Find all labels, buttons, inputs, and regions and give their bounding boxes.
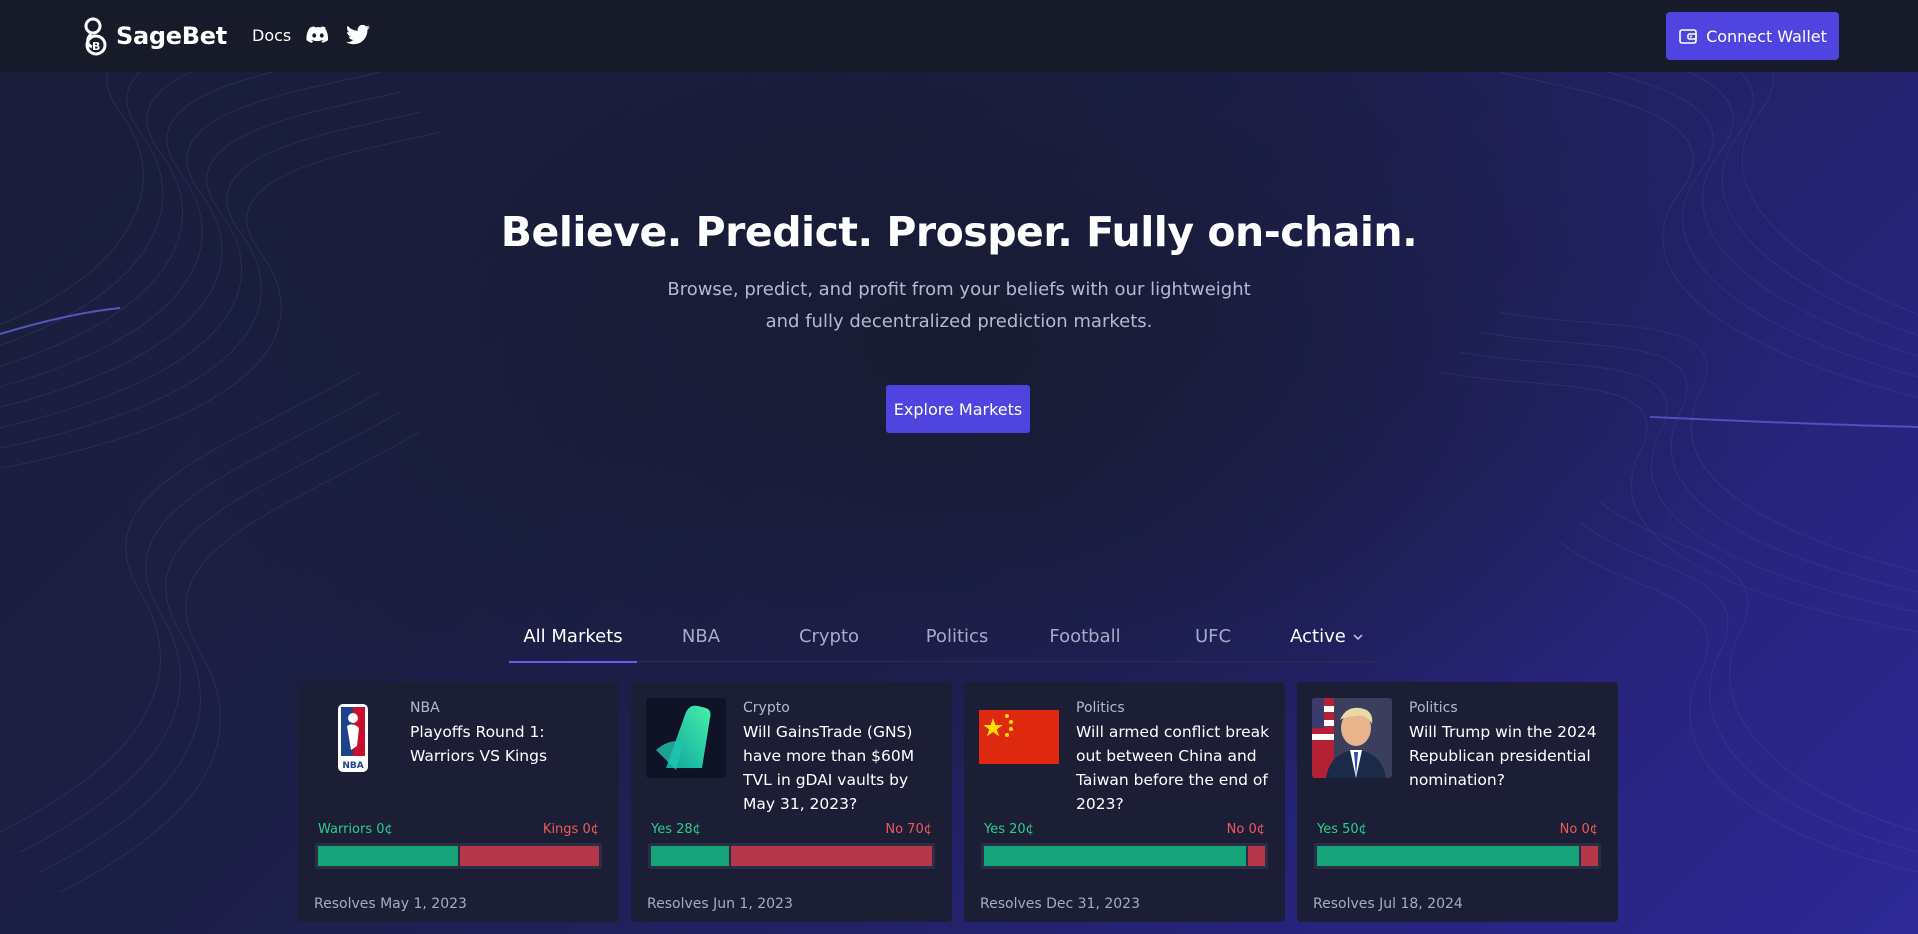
tab-label: Football [1049, 626, 1121, 647]
tab-all-markets[interactable]: All Markets [509, 612, 637, 663]
trump-portrait-image [1312, 698, 1392, 778]
tab-football[interactable]: Football [1021, 612, 1149, 662]
brand-link[interactable]: B SageBet [80, 15, 227, 57]
odds-bar-yes [984, 846, 1246, 866]
sagebet-logo-icon: B [84, 17, 107, 56]
connect-wallet-label: Connect Wallet [1706, 26, 1827, 46]
no-price: No 0¢ [1559, 822, 1598, 837]
odds-bar-no [460, 846, 599, 866]
market-title: Will armed conflict break out between Ch… [1076, 723, 1270, 813]
no-price: Kings 0¢ [542, 822, 599, 837]
market-category: Crypto [743, 700, 790, 716]
odds-bar [315, 843, 602, 869]
market-card[interactable]: Politics Will Trump win the 2024 Republi… [1297, 682, 1618, 922]
odds-bar-no [1248, 846, 1265, 866]
odds-bar-no [1581, 846, 1598, 866]
no-price: No 70¢ [885, 822, 932, 837]
yes-price: Yes 50¢ [1317, 822, 1367, 837]
docs-link[interactable]: Docs [252, 26, 291, 45]
connect-wallet-button[interactable]: Connect Wallet [1666, 12, 1839, 60]
odds-bar-yes [651, 846, 729, 866]
gains-logo-image [646, 698, 726, 778]
yes-price: Warriors 0¢ [318, 822, 393, 837]
odds-bar [1314, 843, 1601, 869]
tab-politics[interactable]: Politics [893, 612, 1021, 662]
tab-label: UFC [1194, 626, 1232, 647]
odds-bar [981, 843, 1268, 869]
svg-text:NBA: NBA [342, 761, 363, 771]
hero-subtitle: Browse, predict, and profit from your be… [667, 279, 1251, 332]
tab-ufc[interactable]: UFC [1149, 612, 1277, 662]
tab-crypto[interactable]: Crypto [765, 612, 893, 662]
nav-links: Docs [252, 22, 371, 48]
top-navbar: B SageBet Docs Connect Wallet [0, 0, 1918, 72]
hero-title: Believe. Predict. Prosper. Fully on-chai… [500, 208, 1418, 256]
tab-label: All Markets [523, 626, 623, 647]
tab-label: Politics [925, 626, 989, 647]
market-card[interactable]: NBA NBA Playoffs Round 1: Warriors VS Ki… [298, 682, 619, 922]
svg-text:B: B [92, 40, 100, 53]
china-flag-image [979, 698, 1059, 778]
resolve-date: Resolves May 1, 2023 [314, 896, 467, 912]
chevron-down-icon [1353, 633, 1363, 640]
odds-bar-no [731, 846, 932, 866]
market-category-tabs: All Markets NBA Crypto Politics Football… [509, 612, 1379, 663]
status-filter-value: Active [1290, 626, 1346, 647]
market-card[interactable]: Crypto Will GainsTrade (GNS) have more t… [631, 682, 952, 922]
wallet-icon [1679, 29, 1697, 44]
odds-bar [648, 843, 935, 869]
explore-markets-button[interactable]: Explore Markets [886, 385, 1030, 433]
resolve-date: Resolves Jul 18, 2024 [1313, 896, 1463, 912]
status-filter-dropdown[interactable]: Active [1277, 612, 1377, 662]
yes-price: Yes 28¢ [651, 822, 701, 837]
tab-label: Crypto [798, 626, 860, 647]
market-card[interactable]: Politics Will armed conflict break out b… [964, 682, 1285, 922]
market-title: Will Trump win the 2024 Republican presi… [1409, 723, 1597, 789]
tab-label: NBA [681, 626, 721, 647]
discord-icon[interactable] [305, 22, 331, 48]
market-category: NBA [410, 700, 440, 716]
market-card-list: NBA NBA Playoffs Round 1: Warriors VS Ki… [298, 682, 1618, 922]
odds-bar-yes [1317, 846, 1579, 866]
yes-price: Yes 20¢ [984, 822, 1034, 837]
resolve-date: Resolves Jun 1, 2023 [647, 896, 793, 912]
nba-logo-image: NBA [313, 698, 393, 778]
brand-name: SageBet [116, 22, 227, 50]
no-price: No 0¢ [1226, 822, 1265, 837]
odds-bar-yes [318, 846, 458, 866]
market-category: Politics [1409, 700, 1458, 716]
market-category: Politics [1076, 700, 1125, 716]
twitter-icon[interactable] [345, 22, 371, 48]
market-title: Playoffs Round 1: Warriors VS Kings [410, 723, 548, 765]
tab-nba[interactable]: NBA [637, 612, 765, 662]
resolve-date: Resolves Dec 31, 2023 [980, 896, 1140, 912]
market-title: Will GainsTrade (GNS) have more than $60… [743, 723, 915, 813]
